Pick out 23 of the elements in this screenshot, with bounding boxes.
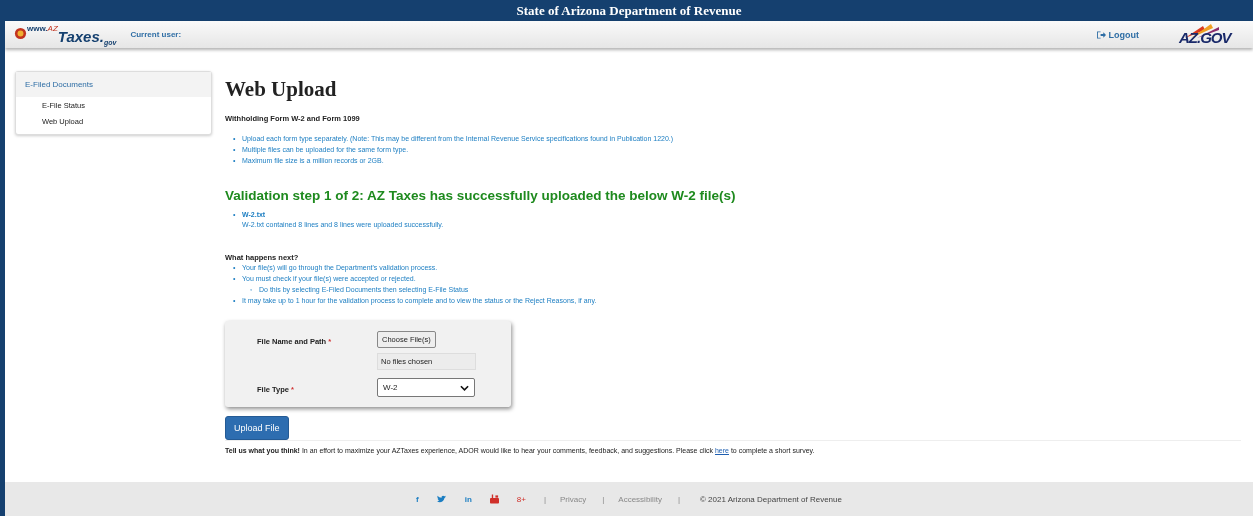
sidebar-heading[interactable]: E-Filed Documents xyxy=(16,72,211,97)
google-plus-link[interactable]: 8+ xyxy=(516,494,526,504)
current-user-label: Current user: xyxy=(130,30,182,39)
page-title: Web Upload xyxy=(225,77,338,102)
copyright-text: © 2021 Arizona Department of Revenue xyxy=(700,494,842,504)
seal-icon xyxy=(14,26,27,40)
logout-icon xyxy=(1096,30,1106,39)
window-title: State of Arizona Department of Revenue xyxy=(516,2,742,19)
success-heading: Validation step 1 of 2: AZ Taxes has successfully uploaded the below W-2 file(s) xyxy=(225,188,737,203)
upload-file-button[interactable]: Upload File xyxy=(225,416,289,440)
separator: | xyxy=(602,494,605,504)
chevron-down-icon xyxy=(460,384,469,391)
facebook-link[interactable]: f xyxy=(416,494,419,504)
separator: | xyxy=(543,494,546,504)
logout-link[interactable]: Logout xyxy=(1096,29,1139,40)
video-icon[interactable] xyxy=(489,494,499,504)
footer-link[interactable]: Accessibility xyxy=(618,494,662,504)
state-logo[interactable]: AZ.GOV xyxy=(1179,23,1245,46)
bird-icon[interactable] xyxy=(436,495,447,503)
separator: | xyxy=(677,494,680,504)
footer-link[interactable]: Privacy xyxy=(560,494,587,504)
linkedin-link[interactable]: in xyxy=(464,494,472,504)
file-type-select[interactable]: W-2 xyxy=(377,378,475,397)
